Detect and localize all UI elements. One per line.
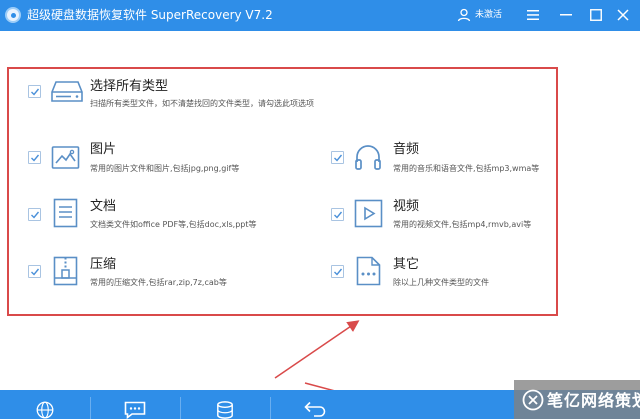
- watermark-text: 笔亿网络策划: [547, 391, 640, 410]
- globe-icon: [36, 401, 54, 419]
- back-button[interactable]: [270, 390, 360, 419]
- chat-icon: [124, 401, 146, 419]
- database-icon: [217, 401, 233, 419]
- chat-support-button[interactable]: [90, 390, 180, 419]
- annotation-arrow-up: [274, 320, 360, 379]
- watermark-logo-icon: [522, 389, 544, 411]
- online-help-button[interactable]: [0, 390, 90, 419]
- back-arrow-icon: [304, 401, 326, 417]
- annotation-arrows: [274, 320, 441, 419]
- disk-button[interactable]: [180, 390, 270, 419]
